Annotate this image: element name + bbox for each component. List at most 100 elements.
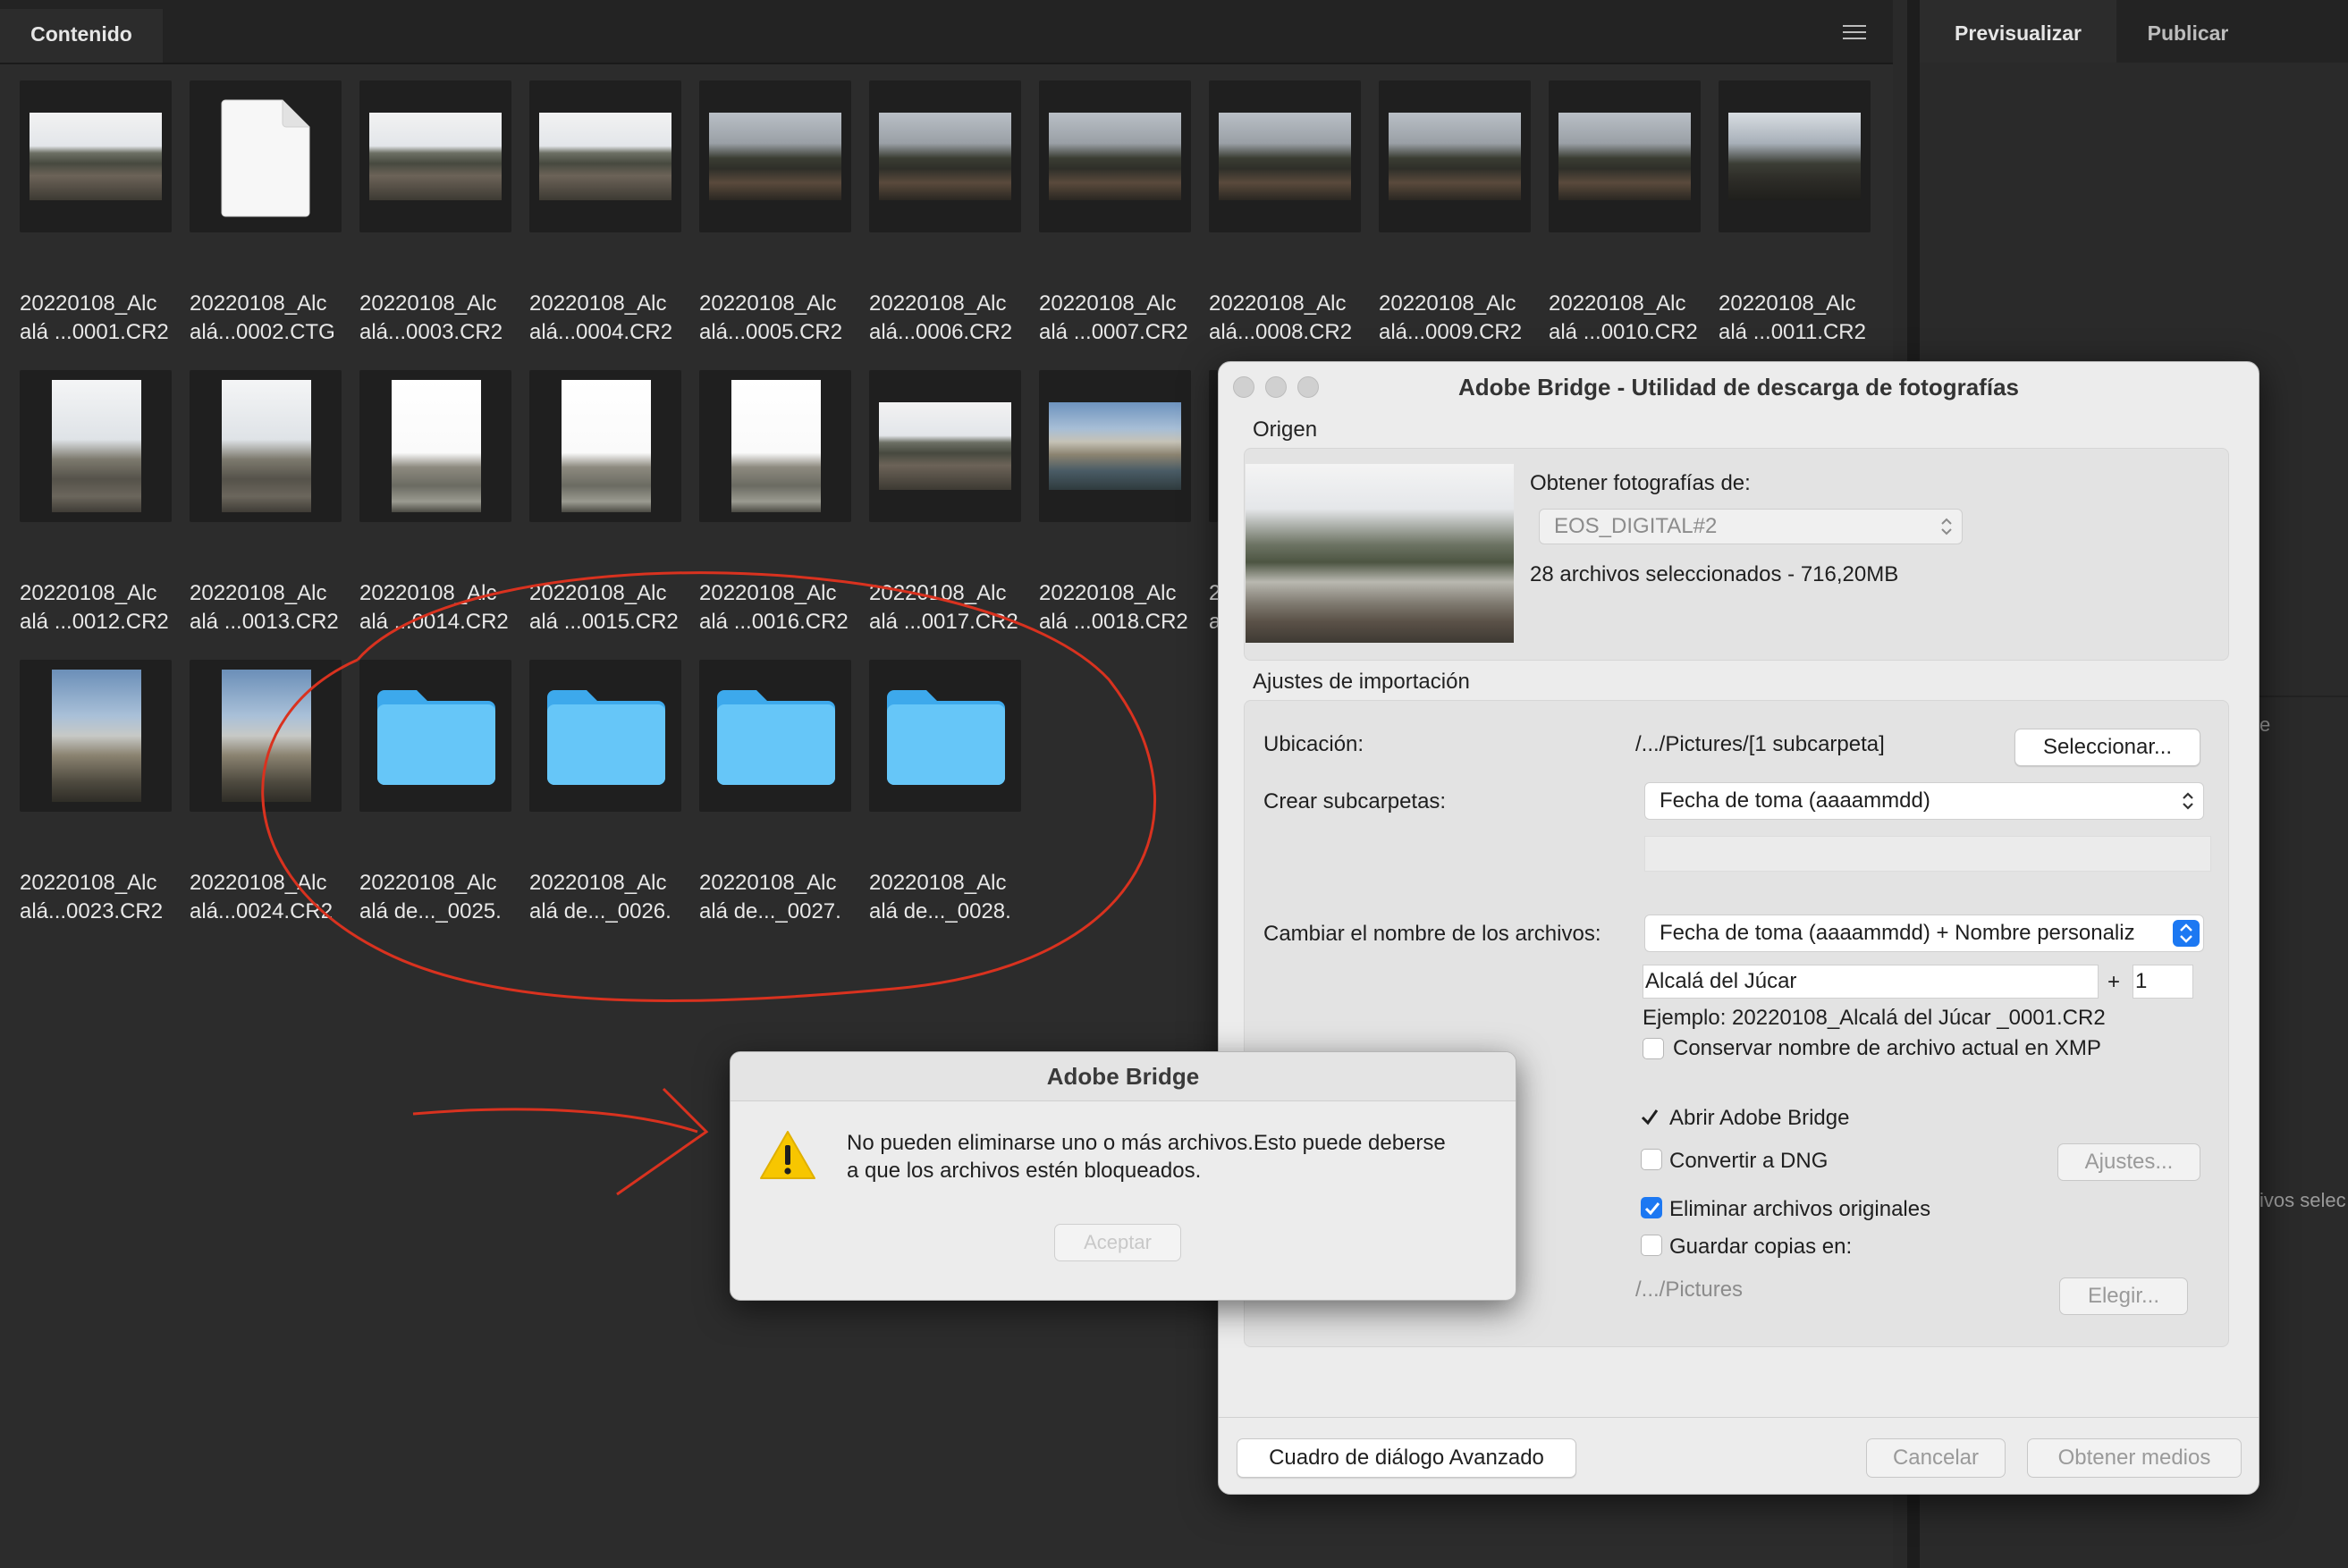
file-name-label: 20220108_Alc alá ...0011.CR2 bbox=[1719, 290, 1876, 347]
file-thumbnail[interactable] bbox=[869, 370, 1021, 522]
file-thumbnail[interactable] bbox=[20, 660, 172, 812]
file-name-line-1: 20220108_Alc bbox=[869, 291, 1007, 316]
photo-thumbnail-image bbox=[52, 380, 141, 512]
subfolders-select[interactable]: Fecha de toma (aaaammdd) bbox=[1644, 782, 2204, 820]
footer-divider bbox=[1219, 1417, 2259, 1418]
file-thumbnail[interactable] bbox=[699, 370, 851, 522]
file-name-label: 20220108_Alc alá de..._0025. bbox=[359, 869, 517, 926]
file-name-label: 20220108_Alc alá...0006.CR2 bbox=[869, 290, 1026, 347]
file-name-line-2: alá de..._0028. bbox=[869, 899, 1011, 923]
file-thumbnail[interactable] bbox=[20, 370, 172, 522]
file-name-line-2: alá de..._0025. bbox=[359, 899, 502, 923]
file-thumbnail[interactable] bbox=[1209, 370, 1218, 522]
convert-dng-checkbox[interactable] bbox=[1641, 1149, 1662, 1170]
file-thumbnail[interactable] bbox=[1039, 370, 1191, 522]
origin-section-label: Origen bbox=[1253, 417, 1318, 442]
file-thumbnail[interactable] bbox=[1719, 80, 1871, 232]
dng-settings-button[interactable]: Ajustes... bbox=[2057, 1143, 2200, 1181]
file-thumbnail[interactable] bbox=[699, 660, 851, 812]
file-name-line-2: alá ...0001.CR2 bbox=[20, 320, 169, 344]
file-name-line-1: 20220108_Alc bbox=[359, 291, 497, 316]
file-name-label: 20220108_Alc alá de..._0027. bbox=[699, 869, 857, 926]
preserve-name-checkbox[interactable] bbox=[1643, 1038, 1664, 1059]
file-name-line-1: 20220108_Alc bbox=[190, 871, 327, 895]
tab-contenido[interactable]: Contenido bbox=[0, 9, 163, 63]
tab-previsualizar[interactable]: Previsualizar bbox=[1920, 0, 2116, 63]
advanced-dialog-button[interactable]: Cuadro de diálogo Avanzado bbox=[1237, 1438, 1576, 1478]
save-copies-checkbox[interactable] bbox=[1641, 1235, 1662, 1256]
choose-copies-button[interactable]: Elegir... bbox=[2059, 1277, 2188, 1315]
updown-chevron-icon bbox=[2173, 920, 2200, 947]
file-name-line-1: 20220108_Alc bbox=[20, 581, 157, 605]
file-name-line-2: alá...0003.CR2 bbox=[359, 320, 503, 344]
select-location-button[interactable]: Seleccionar... bbox=[2014, 729, 2200, 766]
file-name-line-2: alá ...0012.CR2 bbox=[20, 610, 169, 634]
rename-value: Fecha de toma (aaaammdd) + Nombre person… bbox=[1660, 921, 2135, 945]
file-name-label: 20220108_Alc alá de..._0026. bbox=[529, 869, 687, 926]
file-thumbnail[interactable] bbox=[20, 80, 172, 232]
file-name-line-2: alá...0023.CR2 bbox=[20, 899, 164, 923]
file-thumbnail[interactable] bbox=[1209, 80, 1361, 232]
get-media-button[interactable]: Obtener medios bbox=[2027, 1438, 2242, 1478]
file-thumbnail[interactable] bbox=[1039, 80, 1191, 232]
file-thumbnail[interactable] bbox=[1379, 80, 1531, 232]
file-name-label: 20220108_Alc alá...0023.CR2 bbox=[20, 869, 177, 926]
file-thumbnail[interactable] bbox=[869, 80, 1021, 232]
delete-originals-checkbox[interactable] bbox=[1641, 1197, 1662, 1218]
photo-thumbnail-image bbox=[1049, 402, 1181, 490]
folder-icon bbox=[547, 690, 665, 785]
file-name-line-1: 20220108_Alc bbox=[869, 871, 1007, 895]
file-name-line-2: alá...0009.CR2 bbox=[1379, 320, 1523, 344]
file-thumbnail[interactable] bbox=[529, 80, 681, 232]
file-thumbnail[interactable] bbox=[359, 80, 511, 232]
open-bridge-checkbox[interactable] bbox=[1639, 1106, 1660, 1127]
photo-thumbnail-image bbox=[731, 380, 821, 512]
sequence-start-input[interactable]: 1 bbox=[2133, 965, 2193, 999]
file-thumbnail[interactable] bbox=[1549, 80, 1701, 232]
file-name-line-1: 20220108_Alc bbox=[529, 291, 667, 316]
custom-name-input[interactable]: Alcalá del Júcar bbox=[1643, 965, 2099, 999]
photo-thumbnail-image bbox=[539, 113, 671, 200]
file-name-label: 20220108_Alc alá...0009.CR2 bbox=[1379, 290, 1536, 347]
file-name-label: 20220108_Alc alá ...0001.CR2 bbox=[20, 290, 177, 347]
tab-publicar[interactable]: Publicar bbox=[2116, 0, 2259, 63]
subfolders-value: Fecha de toma (aaaammdd) bbox=[1660, 788, 1930, 813]
photo-thumbnail-image bbox=[879, 402, 1011, 490]
file-name-label: 20220108_Alc alá...0005.CR2 bbox=[699, 290, 857, 347]
rename-select[interactable]: Fecha de toma (aaaammdd) + Nombre person… bbox=[1644, 915, 2204, 952]
file-name-line-2: alá ...0018.CR2 bbox=[1039, 610, 1188, 634]
file-name-line-2: alá ...0007.CR2 bbox=[1039, 320, 1188, 344]
file-name-line-1: 20220108_Alc bbox=[190, 581, 327, 605]
file-name-line-1: 20220108_Alc bbox=[529, 871, 667, 895]
file-thumbnail[interactable] bbox=[699, 80, 851, 232]
file-thumbnail[interactable] bbox=[869, 660, 1021, 812]
alert-message-line-2: a que los archivos estén bloqueados. bbox=[847, 1159, 1202, 1183]
file-thumbnail[interactable] bbox=[529, 370, 681, 522]
cancel-button[interactable]: Cancelar bbox=[1866, 1438, 2006, 1478]
file-name-line-1: 20220108_Alc bbox=[359, 871, 497, 895]
folder-icon bbox=[717, 690, 835, 785]
file-name-label: 20220108_Alc alá...0008.CR2 bbox=[1209, 290, 1366, 347]
file-name-line-1: 20220108_Alc bbox=[1039, 581, 1177, 605]
file-name-line-1: 20220108_Alc bbox=[869, 581, 1007, 605]
file-name-line-2: alá ...0013.CR2 bbox=[190, 610, 339, 634]
file-thumbnail[interactable] bbox=[190, 660, 342, 812]
get-photos-from-label: Obtener fotografías de: bbox=[1530, 471, 1751, 495]
file-name-line-1: 20220108_Alc bbox=[1549, 291, 1686, 316]
file-name-label: 20220108_Alc alá ...0013.CR2 bbox=[190, 579, 347, 636]
location-label: Ubicación: bbox=[1263, 732, 1364, 756]
file-name-line-1: 20220108_Alc bbox=[20, 871, 157, 895]
accept-button[interactable]: Aceptar bbox=[1054, 1224, 1181, 1261]
create-subfolders-label: Crear subcarpetas: bbox=[1263, 789, 1447, 814]
hamburger-menu-icon[interactable] bbox=[1843, 25, 1866, 41]
file-thumbnail[interactable] bbox=[359, 370, 511, 522]
source-device-select[interactable]: EOS_DIGITAL#2 bbox=[1539, 509, 1963, 544]
file-name-line-2: alá...0024.CR2 bbox=[190, 899, 334, 923]
file-thumbnail[interactable] bbox=[529, 660, 681, 812]
file-thumbnail[interactable] bbox=[190, 370, 342, 522]
preview-panel-header: Previsualizar Publicar bbox=[1920, 0, 2348, 63]
file-thumbnail[interactable] bbox=[190, 80, 342, 232]
file-thumbnail[interactable] bbox=[359, 660, 511, 812]
file-name-line-2: alá...0004.CR2 bbox=[529, 320, 673, 344]
photo-thumbnail-image bbox=[879, 113, 1011, 200]
